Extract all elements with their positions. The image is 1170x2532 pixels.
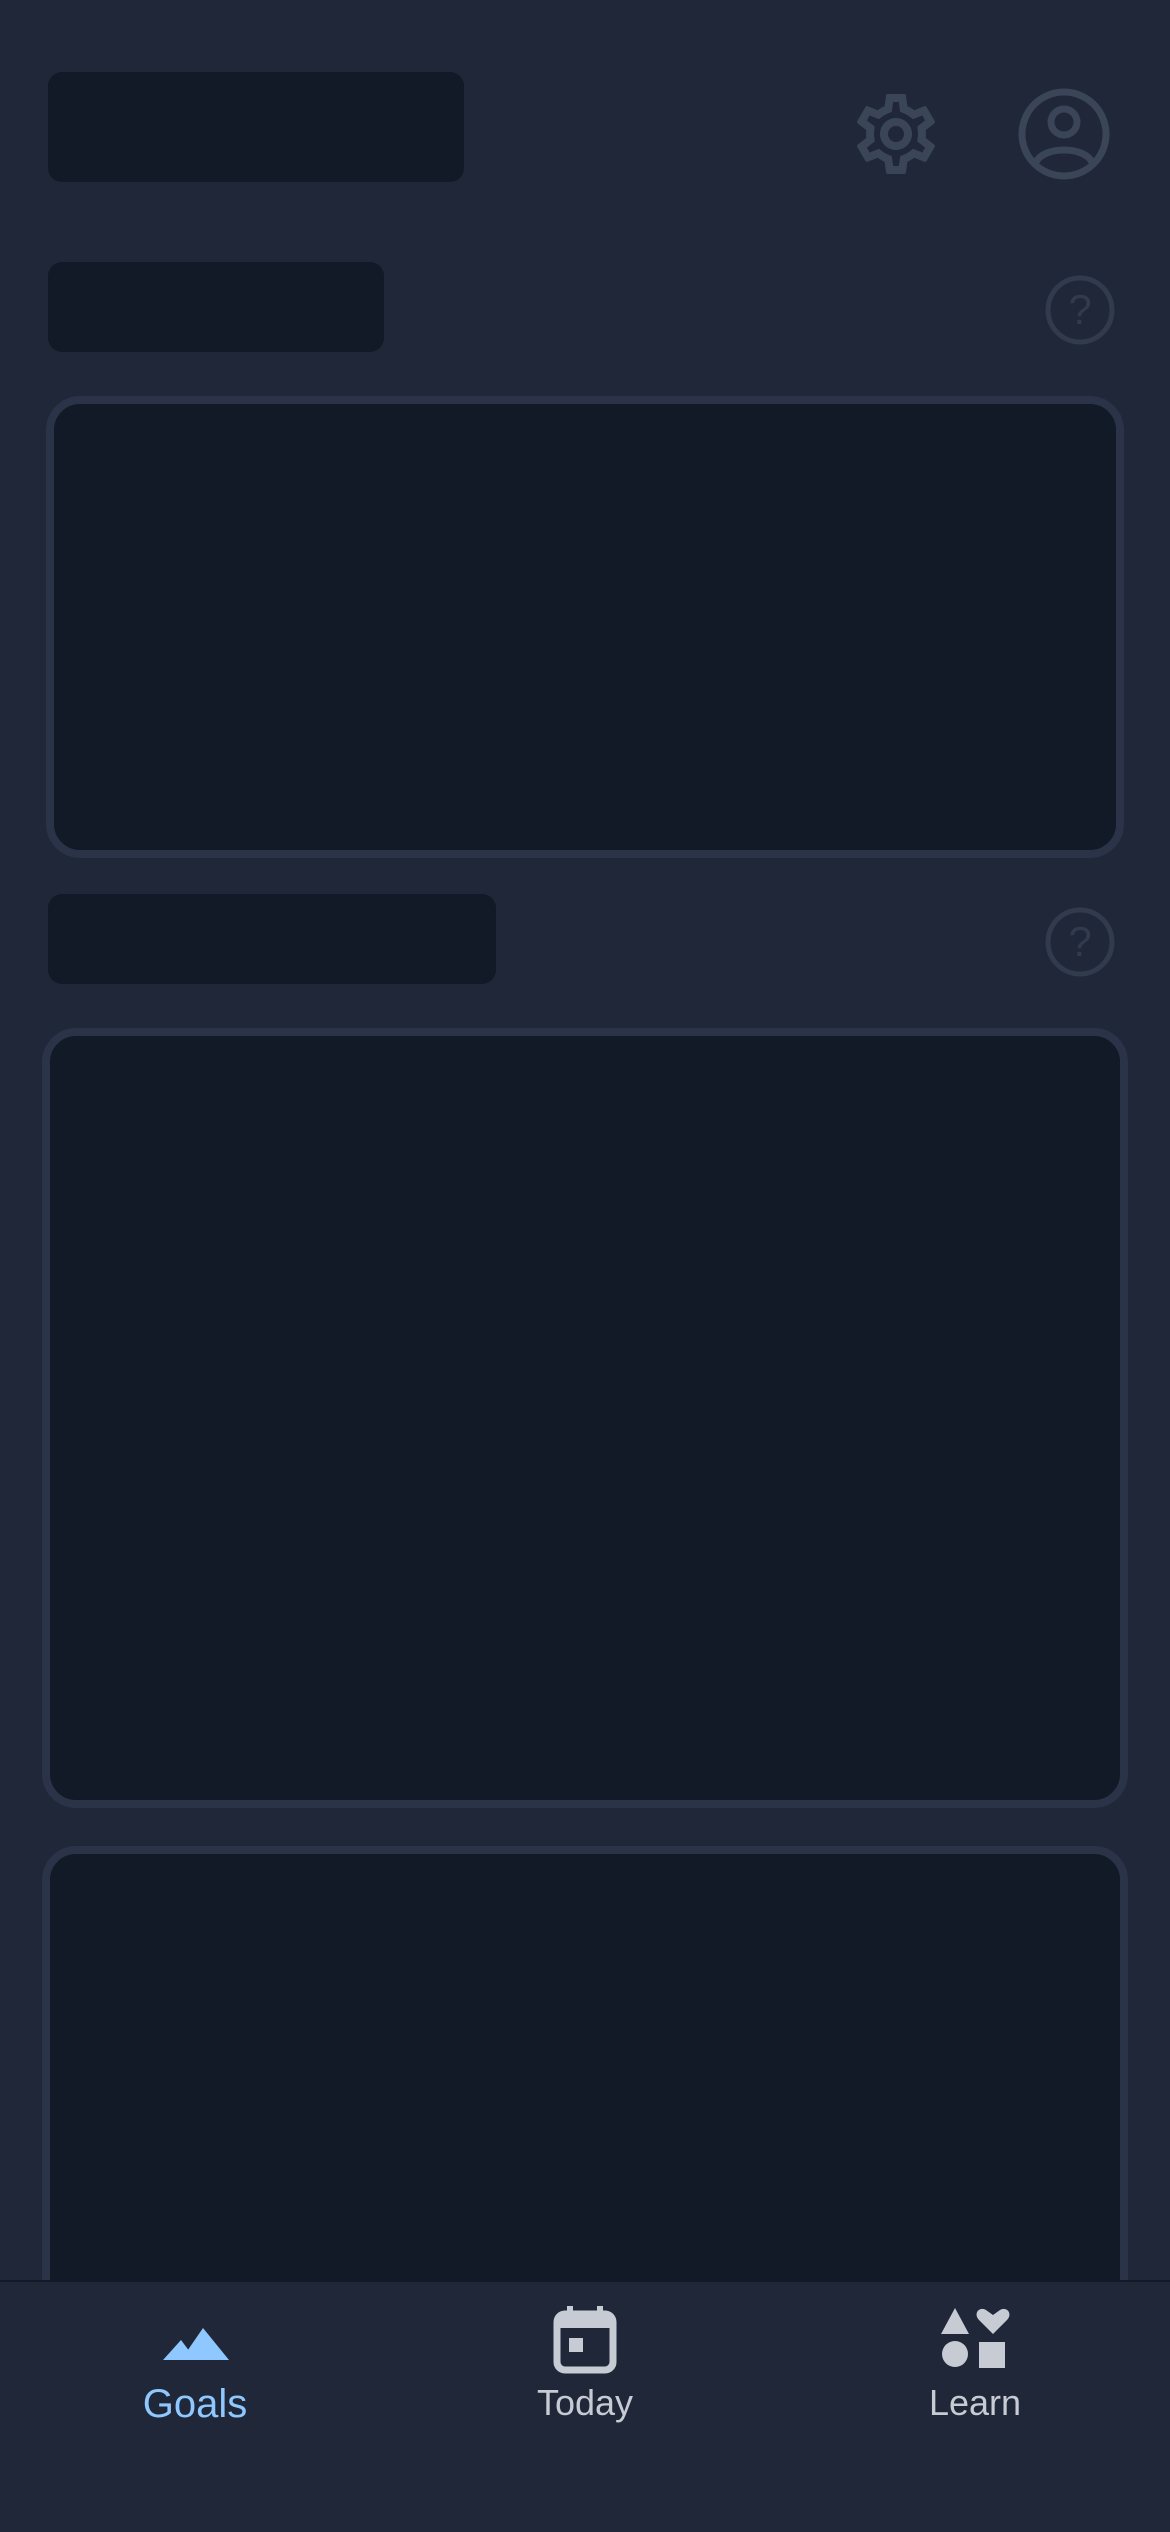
mountains-icon bbox=[163, 2328, 229, 2360]
bottom-navigation: Goals Today Learn bbox=[0, 2280, 1170, 2532]
settings-button[interactable] bbox=[842, 80, 950, 188]
goals-screen: ? ? Goals Today Learn bbox=[0, 0, 1170, 2532]
help-button[interactable]: ? bbox=[1042, 904, 1118, 980]
profile-button[interactable] bbox=[1010, 80, 1118, 188]
section-title-placeholder bbox=[48, 894, 496, 984]
title-placeholder bbox=[48, 72, 464, 182]
nav-tab-today[interactable]: Today bbox=[390, 2282, 780, 2462]
svg-text:?: ? bbox=[1068, 286, 1091, 333]
nav-tab-goals[interactable]: Goals bbox=[0, 2282, 390, 2462]
nav-label-learn: Learn bbox=[928, 2382, 1022, 2423]
help-circle-icon: ? bbox=[1045, 907, 1115, 977]
nav-label-today: Today bbox=[536, 2382, 634, 2423]
nav-tab-learn[interactable]: Learn bbox=[780, 2282, 1170, 2462]
goal-card-placeholder bbox=[46, 396, 1124, 858]
content-card-placeholder bbox=[42, 1028, 1128, 1808]
help-button[interactable]: ? bbox=[1042, 272, 1118, 348]
nav-label-goals: Goals bbox=[142, 2382, 248, 2426]
account-circle-icon bbox=[1018, 88, 1110, 180]
gear-icon bbox=[857, 94, 935, 174]
section-title-placeholder bbox=[48, 262, 384, 352]
shapes-icon bbox=[941, 2308, 1010, 2368]
help-circle-icon: ? bbox=[1045, 275, 1115, 345]
calendar-icon bbox=[553, 2306, 617, 2374]
svg-text:?: ? bbox=[1068, 918, 1091, 965]
